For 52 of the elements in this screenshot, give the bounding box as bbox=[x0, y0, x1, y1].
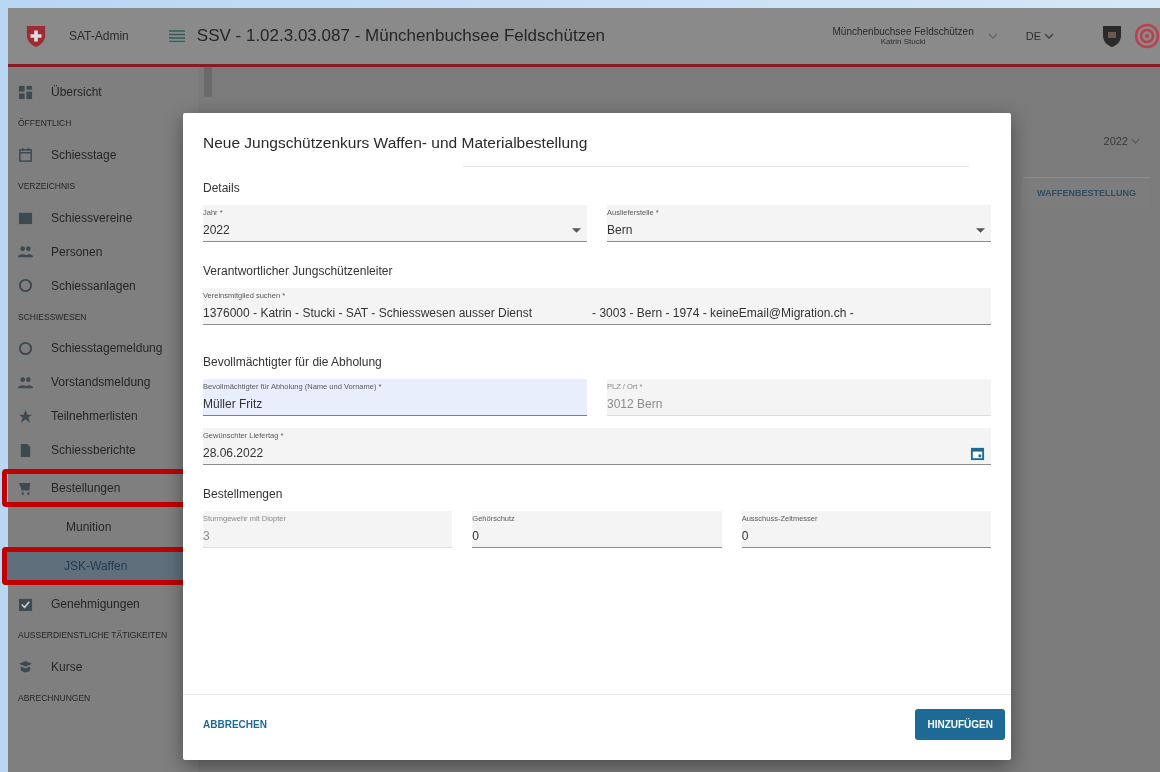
menu-icon[interactable] bbox=[168, 30, 185, 42]
dropdown-icon bbox=[572, 227, 581, 233]
people-icon bbox=[18, 244, 33, 259]
ring-icon bbox=[18, 278, 33, 293]
chevron-down-icon bbox=[1131, 138, 1140, 144]
app-name: SAT-Admin bbox=[69, 29, 129, 43]
book-icon bbox=[18, 659, 33, 675]
section-heading: Verantwortlicher Jungschützenleiter bbox=[203, 264, 394, 278]
chevron-down-icon bbox=[987, 33, 998, 39]
sidebar-item[interactable]: Schiessberichte bbox=[8, 433, 198, 468]
sidebar-item[interactable]: Bestellungen bbox=[2, 469, 202, 508]
shield-cross-icon bbox=[25, 24, 47, 48]
sidebar-item[interactable]: Übersicht bbox=[8, 75, 198, 109]
sidebar-item[interactable]: Kurse bbox=[8, 650, 198, 684]
year-selector[interactable]: 2022 bbox=[1103, 135, 1140, 147]
cart-icon bbox=[18, 480, 33, 496]
section-heading: Details bbox=[203, 181, 241, 195]
sidebar-item[interactable]: Personen bbox=[8, 234, 198, 269]
shield-icon bbox=[1102, 24, 1122, 48]
page-title: SSV - 1.02.3.03.087 - Münchenbuchsee Feldschützen bbox=[196, 26, 606, 46]
calendar-icon bbox=[18, 147, 33, 163]
sidebar-item[interactable]: Schiesstage bbox=[8, 137, 198, 172]
grid-icon bbox=[18, 84, 33, 100]
sidebar-item[interactable]: Schiessvereine bbox=[8, 200, 198, 235]
dropdown-icon bbox=[976, 227, 985, 233]
organization-selector[interactable]: Münchenbuchsee Feldschützen Katrin Stucki bbox=[832, 26, 998, 46]
sidebar-item[interactable]: Vorstandsmeldung bbox=[8, 365, 198, 400]
building-icon bbox=[18, 210, 33, 225]
section-label: ABRECHNUNGEN bbox=[17, 692, 92, 705]
cancel-button[interactable]: ABBRECHEN bbox=[197, 718, 273, 731]
section-label: SCHIESSWESEN bbox=[17, 310, 88, 324]
section-label: AUSSERDIENSTLICHE TÄTIGKEITEN bbox=[17, 629, 169, 643]
sidebar-item[interactable]: Schiesstagemeldung bbox=[8, 331, 198, 366]
ring-icon bbox=[18, 340, 33, 356]
check-icon bbox=[18, 596, 33, 612]
section-label: VERZEICHNIS bbox=[17, 179, 77, 193]
scrollbar[interactable] bbox=[204, 67, 212, 97]
document-icon bbox=[18, 442, 33, 458]
sidebar-item[interactable]: Schiessanlagen bbox=[8, 268, 198, 303]
sidebar-item[interactable]: Genehmigungen bbox=[8, 587, 198, 622]
language-selector[interactable]: DE bbox=[1025, 30, 1054, 42]
chevron-down-icon bbox=[1044, 33, 1054, 39]
sidebar-item[interactable]: Teilnehmerlisten bbox=[8, 399, 198, 434]
people-icon bbox=[18, 374, 33, 390]
section-heading: Bestellmengen bbox=[203, 487, 284, 501]
dialog-title: Neue Jungschützenkurs Waffen- und Materialbestellung bbox=[202, 133, 589, 152]
target-icon bbox=[1134, 23, 1160, 49]
star-icon bbox=[18, 408, 33, 424]
section-label: ÖFFENTLICH bbox=[17, 117, 73, 130]
calendar-icon[interactable] bbox=[970, 445, 985, 461]
section-heading: Bevollmächtigter für die Abholung bbox=[203, 355, 383, 369]
add-button[interactable]: HINZUFÜGEN bbox=[915, 709, 1005, 740]
